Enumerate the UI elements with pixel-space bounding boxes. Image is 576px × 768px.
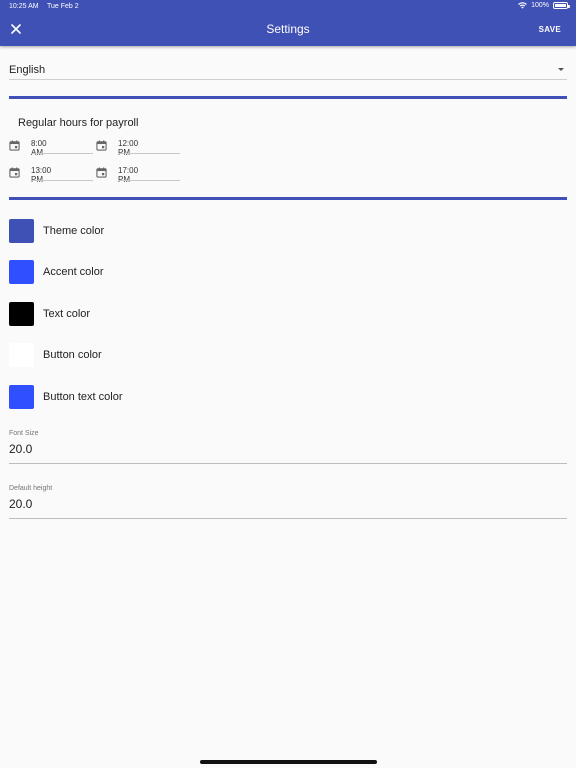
text-color-row[interactable]: Text color — [9, 302, 309, 326]
font-size-label: Font Size — [9, 430, 39, 437]
time-value: 13:00 PM — [31, 166, 52, 184]
color-label: Button color — [43, 349, 102, 361]
app-bar: 10:25 AM Tue Feb 2 100% Settings SAVE — [0, 0, 576, 46]
default-height-field[interactable]: Default height 20.0 — [9, 485, 567, 519]
time-value: 12:00 PM — [118, 139, 139, 157]
color-label: Text color — [43, 308, 91, 320]
wifi-icon — [518, 2, 527, 9]
button-text-color-row[interactable]: Button text color — [9, 385, 309, 409]
time-value: 17:00 PM — [118, 166, 139, 184]
save-button[interactable]: SAVE — [539, 25, 561, 34]
calendar-icon — [9, 167, 20, 178]
status-indicators: 100% — [518, 2, 570, 9]
battery-percent: 100% — [531, 2, 549, 9]
home-indicator — [200, 760, 377, 764]
button-color-swatch[interactable] — [9, 343, 34, 367]
calendar-icon — [96, 167, 107, 178]
color-label: Theme color — [43, 225, 105, 237]
font-size-value[interactable]: 20.0 — [9, 442, 32, 456]
section-divider — [9, 197, 567, 200]
theme-color-row[interactable]: Theme color — [9, 219, 309, 243]
accent-color-row[interactable]: Accent color — [9, 260, 309, 284]
dropdown-arrow-icon — [558, 68, 564, 71]
status-bar: 10:25 AM Tue Feb 2 100% — [0, 0, 576, 14]
calendar-icon — [9, 140, 20, 151]
theme-color-swatch[interactable] — [9, 219, 34, 243]
status-time: 10:25 AM — [9, 3, 39, 10]
page-title: Settings — [266, 22, 310, 36]
default-height-value[interactable]: 20.0 — [9, 497, 32, 511]
color-label: Accent color — [43, 266, 104, 278]
color-label: Button text color — [43, 391, 123, 403]
font-size-field[interactable]: Font Size 20.0 — [9, 430, 567, 464]
language-selected: English — [9, 64, 46, 76]
button-color-row[interactable]: Button color — [9, 343, 309, 367]
status-date: Tue Feb 2 — [47, 3, 79, 10]
accent-color-swatch[interactable] — [9, 260, 34, 284]
text-color-swatch[interactable] — [9, 302, 34, 326]
default-height-label: Default height — [9, 485, 53, 492]
payroll-heading: Regular hours for payroll — [18, 117, 139, 129]
calendar-icon — [96, 140, 107, 151]
button-text-color-swatch[interactable] — [9, 385, 34, 409]
time-value: 8:00 AM — [31, 139, 47, 157]
language-dropdown[interactable]: English — [9, 60, 567, 80]
battery-icon — [553, 2, 570, 9]
section-divider — [9, 96, 567, 99]
